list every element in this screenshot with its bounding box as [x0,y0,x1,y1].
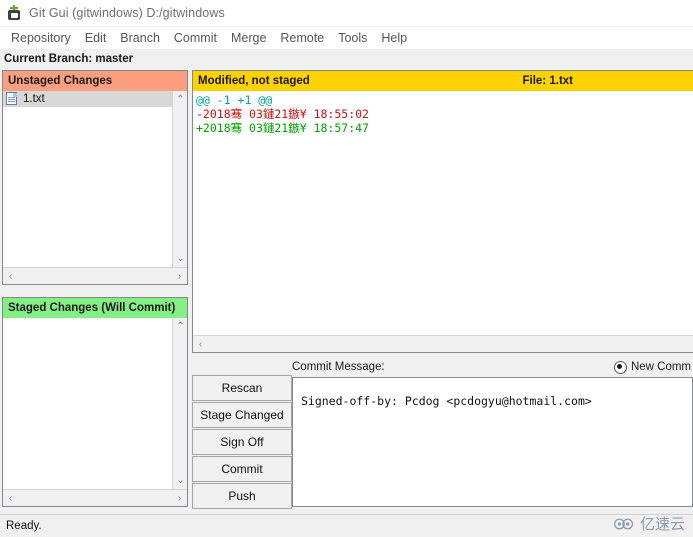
diff-line-added: +2018骞 03鏈21鏃¥ 18:57:47 [196,121,369,135]
radio-selected-icon [613,360,627,374]
current-branch-row: Current Branch: master [0,50,693,67]
scroll-down-icon[interactable]: ⌄ [173,251,188,266]
scroll-left-icon[interactable]: ‹ [3,491,18,506]
menu-item-tools[interactable]: Tools [331,29,374,47]
rescan-button[interactable]: Rescan [192,375,292,401]
sign-off-button[interactable]: Sign Off [192,429,292,455]
commit-message-label: Commit Message: [292,361,385,373]
cloud-logo-icon [613,518,634,529]
commit-message-input[interactable]: Signed-off-by: Pcdog <pcdogyu@hotmail.co… [292,377,693,507]
menu-item-merge[interactable]: Merge [224,29,273,47]
menu-bar: Repository Edit Branch Commit Merge Remo… [0,27,693,49]
scroll-left-icon[interactable]: ‹ [3,269,18,284]
status-bar: Ready. [0,514,693,537]
scroll-right-icon[interactable]: › [172,491,187,506]
watermark-text: 亿速云 [639,515,685,533]
commit-button[interactable]: Commit [192,456,292,482]
unstaged-vertical-scrollbar[interactable]: ⌃ ⌄ [172,91,187,267]
scroll-up-icon[interactable]: ⌃ [173,319,188,334]
window-title: Git Gui (gitwindows) D:/gitwindows [29,6,225,20]
current-branch-label: Current Branch: master [4,52,134,65]
status-text: Ready. [6,520,42,532]
staged-changes-header: Staged Changes (Will Commit) [3,298,187,318]
diff-header: Modified, not staged File: 1.txt [193,71,693,91]
scroll-left-icon[interactable]: ‹ [193,337,208,352]
diff-line-removed: -2018骞 03鏈21鏃¥ 18:55:02 [196,107,369,121]
menu-item-commit[interactable]: Commit [167,29,224,47]
diff-status-label: Modified, not staged [198,75,310,87]
new-commit-radio-label: New Comm [630,361,691,373]
staged-vertical-scrollbar[interactable]: ⌃ ⌄ [172,318,187,489]
menu-item-help[interactable]: Help [374,29,414,47]
unstaged-file-name: 1.txt [23,93,45,105]
action-button-column: Rescan Stage Changed Sign Off Commit Pus… [192,375,292,510]
unstaged-horizontal-scrollbar[interactable]: ‹ › [3,267,187,284]
diff-text-area[interactable]: @@ -1 +1 @@ -2018骞 03鏈21鏃¥ 18:55:02 +201… [193,91,693,335]
staged-changes-panel: Staged Changes (Will Commit) ⌃ ⌄ ‹ › [2,297,188,507]
unstaged-changes-panel: Unstaged Changes 1.txt ⌃ ⌄ ‹ › [2,70,188,285]
menu-item-branch[interactable]: Branch [113,29,167,47]
scroll-down-icon[interactable]: ⌄ [173,473,188,488]
list-item[interactable]: 1.txt [3,91,173,107]
diff-line-hunk: @@ -1 +1 @@ [196,93,273,107]
push-button[interactable]: Push [192,483,292,509]
diff-panel: Modified, not staged File: 1.txt @@ -1 +… [192,70,693,353]
new-commit-radio[interactable]: New Comm [613,360,693,374]
git-gui-window: Git Gui (gitwindows) D:/gitwindows Repos… [0,0,693,537]
unstaged-changes-header: Unstaged Changes [3,71,187,91]
stage-changed-button[interactable]: Stage Changed [192,402,292,428]
menu-item-remote[interactable]: Remote [273,29,331,47]
commit-message-header-row: Commit Message: New Comm [292,358,693,376]
unstaged-file-list[interactable]: 1.txt [3,91,173,267]
staged-file-list[interactable] [3,318,173,489]
watermark: 亿速云 [613,513,685,534]
git-gui-icon [6,5,22,21]
staged-horizontal-scrollbar[interactable]: ‹ › [3,489,187,506]
diff-horizontal-scrollbar[interactable]: ‹ [193,335,693,352]
menu-item-repository[interactable]: Repository [4,29,78,47]
title-bar: Git Gui (gitwindows) D:/gitwindows [0,0,693,26]
scroll-up-icon[interactable]: ⌃ [173,92,188,107]
file-text-icon [6,92,18,106]
menu-item-edit[interactable]: Edit [78,29,114,47]
scroll-right-icon[interactable]: › [172,269,187,284]
diff-file-label: File: 1.txt [522,75,573,87]
